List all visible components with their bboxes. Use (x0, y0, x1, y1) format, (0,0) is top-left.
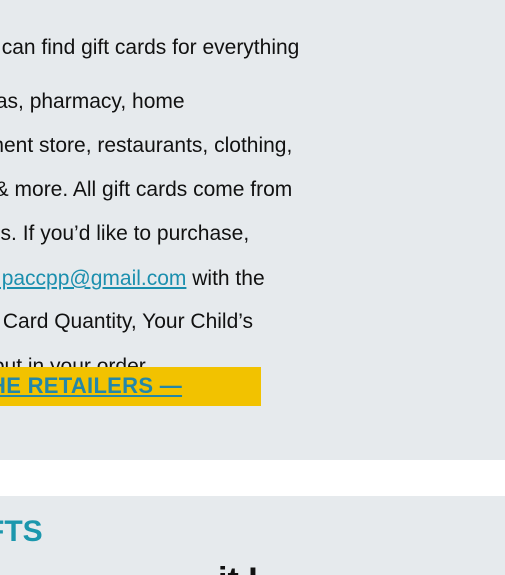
gift-card-text-line-1: you can find gift cards for everything (0, 36, 300, 59)
gift-card-text-line-3: artment store, restaurants, clothing, (0, 134, 293, 157)
email-link[interactable]: info.paccpp@gmail.com (0, 267, 186, 290)
email-line-suffix: with the (186, 267, 265, 290)
next-section-panel: FTS it I (0, 496, 505, 575)
gift-card-info-panel: you can find gift cards for everything s… (0, 0, 505, 460)
gift-card-text-line-6: info.paccpp@gmail.com with the (0, 264, 265, 293)
see-retailers-label: HE RETAILERS — (0, 373, 183, 398)
gift-card-text-line-4: vel & more. All gift cards come from (0, 178, 293, 201)
gift-card-text-line-7: unt, Card Quantity, Your Child’s (0, 310, 254, 333)
gift-card-text-line-5: elves. If you’d like to purchase, (0, 222, 250, 245)
gift-card-text-line-2: s, gas, pharmacy, home (0, 90, 185, 113)
section-subtitle-cut: it I (218, 560, 258, 575)
section-title: FTS (0, 515, 43, 548)
see-retailers-button[interactable]: HE RETAILERS — (0, 367, 261, 406)
